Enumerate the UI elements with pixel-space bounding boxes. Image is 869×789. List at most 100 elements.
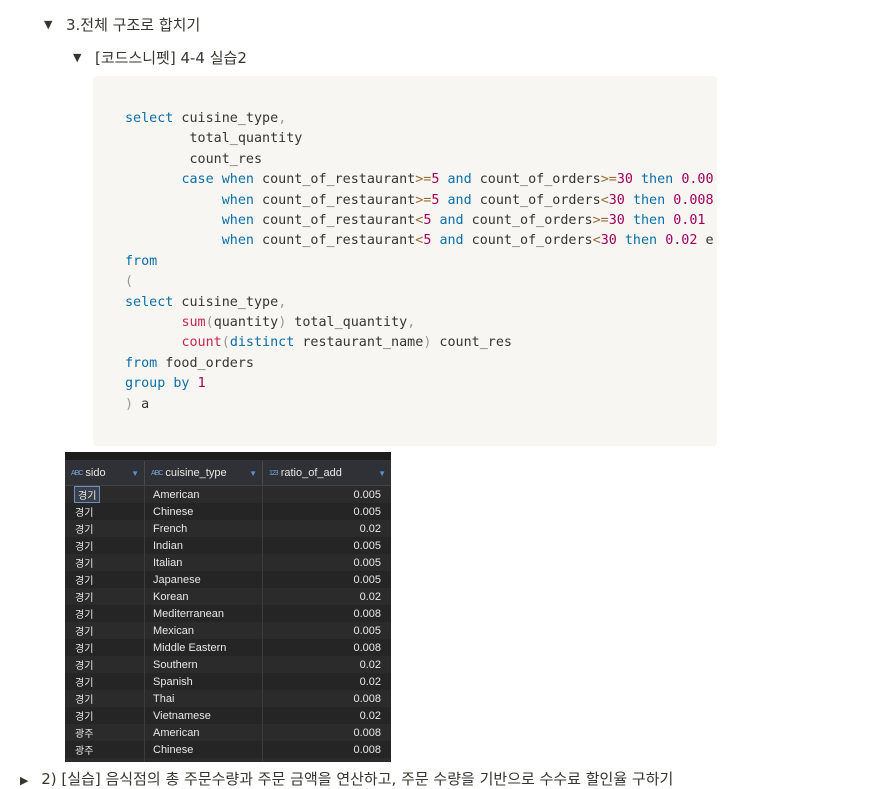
text-type-icon: ABC: [71, 469, 83, 477]
table-row[interactable]: 경기 Mexican 0.005: [65, 622, 391, 639]
table-cell[interactable]: Mexican: [145, 622, 263, 639]
table-cell[interactable]: 경기: [65, 571, 145, 588]
grid-body: 경기 American 0.005 경기 Chinese 0.005 경기 French 0.0…: [65, 486, 391, 762]
table-cell[interactable]: 0.005: [263, 554, 391, 571]
table-cell[interactable]: Thai: [145, 690, 263, 707]
table-cell[interactable]: Indian: [145, 758, 263, 762]
code-line: select cuisine_type,: [125, 294, 287, 310]
toggle-code-snippet[interactable]: ▼ [코드스니펫] 4-4 실습2: [73, 47, 247, 68]
grid-header: ABC sido ▼ ABC cuisine_type ▼ 123 ratio_…: [65, 461, 391, 486]
table-cell[interactable]: Vietnamese: [145, 707, 263, 724]
column-header-cuisine-type[interactable]: ABC cuisine_type ▼: [145, 461, 263, 485]
table-cell[interactable]: 경기: [65, 639, 145, 656]
table-row[interactable]: 경기 Japanese 0.005: [65, 571, 391, 588]
code-line: group by 1: [125, 376, 206, 392]
table-cell[interactable]: 경기: [65, 503, 145, 520]
table-cell[interactable]: 경기: [65, 486, 145, 503]
table-row[interactable]: 경기 Mediterranean 0.008: [65, 605, 391, 622]
triangle-down-icon[interactable]: ▼: [44, 18, 66, 31]
code-line: from: [125, 253, 158, 269]
table-cell[interactable]: American: [145, 486, 263, 503]
column-header-ratio-of-add[interactable]: 123 ratio_of_add ▼: [263, 461, 391, 485]
table-cell[interactable]: 경기: [65, 520, 145, 537]
code-line: when count_of_restaurant<5 and count_of_…: [221, 233, 714, 249]
table-cell[interactable]: American: [145, 724, 263, 741]
table-cell[interactable]: 0.008: [263, 690, 391, 707]
table-cell[interactable]: 0.005: [263, 486, 391, 503]
table-cell[interactable]: Italian: [145, 554, 263, 571]
code-line: sum(quantity) total_quantity,: [181, 315, 416, 331]
table-cell[interactable]: Indian: [145, 537, 263, 554]
table-row[interactable]: 광주 Chinese 0.008: [65, 741, 391, 758]
code-line: case when count_of_restaurant>=5 and cou…: [181, 172, 714, 188]
text-type-icon: ABC: [151, 469, 163, 477]
table-cell[interactable]: 0.02: [263, 656, 391, 673]
table-cell[interactable]: 0.02: [263, 520, 391, 537]
table-cell[interactable]: 0.005: [263, 622, 391, 639]
table-cell[interactable]: Chinese: [145, 503, 263, 520]
table-cell[interactable]: 경기: [65, 554, 145, 571]
table-cell[interactable]: 0.008: [263, 605, 391, 622]
table-cell[interactable]: 경기: [65, 673, 145, 690]
table-cell[interactable]: 경기: [65, 707, 145, 724]
table-cell[interactable]: 경기: [65, 690, 145, 707]
code-line: total_quantity: [125, 131, 303, 147]
table-cell[interactable]: 0.02: [263, 758, 391, 763]
table-cell[interactable]: 0.005: [263, 571, 391, 588]
table-cell[interactable]: Southern: [145, 656, 263, 673]
code-line: when count_of_restaurant>=5 and count_of…: [221, 192, 714, 208]
table-cell[interactable]: 0.02: [263, 707, 391, 724]
table-row[interactable]: 광주 American 0.008: [65, 724, 391, 741]
table-cell[interactable]: 경기: [65, 656, 145, 673]
table-row[interactable]: 광주Indian0.02: [65, 758, 391, 762]
table-row[interactable]: 경기 Italian 0.005: [65, 554, 391, 571]
code-line: count(distinct restaurant_name) count_re…: [181, 335, 512, 351]
table-cell[interactable]: 경기: [65, 588, 145, 605]
table-cell[interactable]: 0.005: [263, 537, 391, 554]
table-row[interactable]: 경기 Chinese 0.005: [65, 503, 391, 520]
toggle-section-3[interactable]: ▼ 3.전체 구조로 합치기: [44, 14, 200, 35]
column-header-sido[interactable]: ABC sido ▼: [65, 461, 145, 485]
table-row[interactable]: 경기 Indian 0.005: [65, 537, 391, 554]
code-content: select cuisine_type, total_quantity coun…: [125, 109, 714, 415]
table-cell[interactable]: Spanish: [145, 673, 263, 690]
table-cell[interactable]: 0.02: [263, 588, 391, 605]
chevron-down-icon[interactable]: ▼: [131, 469, 139, 478]
table-cell[interactable]: 경기: [65, 537, 145, 554]
table-row[interactable]: 경기 American 0.005: [65, 486, 391, 503]
table-cell[interactable]: French: [145, 520, 263, 537]
table-cell[interactable]: 광주: [65, 741, 145, 758]
code-block[interactable]: select cuisine_type, total_quantity coun…: [93, 76, 717, 446]
table-cell[interactable]: 광주: [65, 724, 145, 741]
table-cell[interactable]: Japanese: [145, 571, 263, 588]
table-cell[interactable]: Korean: [145, 588, 263, 605]
table-cell[interactable]: 0.02: [263, 673, 391, 690]
table-row[interactable]: 경기 French 0.02: [65, 520, 391, 537]
table-cell[interactable]: 0.005: [263, 503, 391, 520]
table-row[interactable]: 경기 Vietnamese 0.02: [65, 707, 391, 724]
table-cell[interactable]: Mediterranean: [145, 605, 263, 622]
table-cell[interactable]: 광주: [65, 758, 145, 762]
table-cell[interactable]: 경기: [65, 605, 145, 622]
table-cell[interactable]: Middle Eastern: [145, 639, 263, 656]
code-line: (: [125, 274, 134, 290]
table-cell[interactable]: Chinese: [145, 741, 263, 758]
table-cell[interactable]: 0.008: [263, 724, 391, 741]
table-cell[interactable]: 0.008: [263, 741, 391, 758]
table-row[interactable]: 경기 Southern 0.02: [65, 656, 391, 673]
table-row[interactable]: 경기 Korean 0.02: [65, 588, 391, 605]
result-grid[interactable]: ABC sido ▼ ABC cuisine_type ▼ 123 ratio_…: [65, 452, 391, 762]
code-line: from food_orders: [125, 355, 254, 371]
table-row[interactable]: 경기 Middle Eastern 0.008: [65, 639, 391, 656]
table-cell[interactable]: 0.008: [263, 639, 391, 656]
grid-toolbar-strip: [65, 452, 391, 461]
code-line: count_res: [125, 151, 263, 167]
chevron-down-icon[interactable]: ▼: [249, 469, 257, 478]
toggle-next-practice[interactable]: ▶ 2) [실습] 음식점의 총 주문수량과 주문 금액을 연산하고, 주문 수…: [20, 768, 673, 789]
table-row[interactable]: 경기 Spanish 0.02: [65, 673, 391, 690]
chevron-down-icon[interactable]: ▼: [378, 469, 386, 478]
triangle-down-icon[interactable]: ▼: [73, 51, 95, 64]
table-cell[interactable]: 경기: [65, 622, 145, 639]
code-line: ) a: [125, 396, 150, 412]
table-row[interactable]: 경기 Thai 0.008: [65, 690, 391, 707]
